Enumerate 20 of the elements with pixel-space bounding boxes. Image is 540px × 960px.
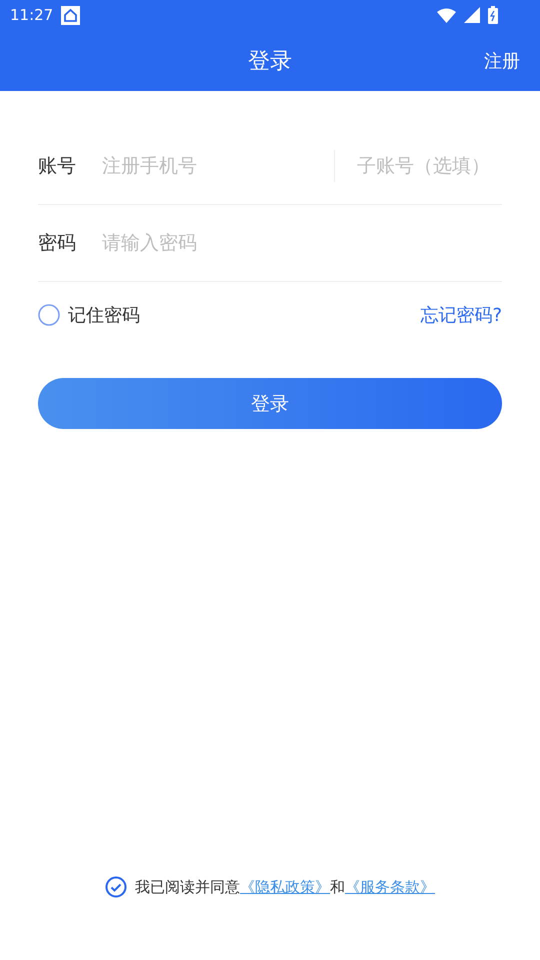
page-title: 登录 [248, 48, 292, 76]
privacy-policy-link[interactable]: 《隐私政策》 [240, 878, 330, 896]
check-circle-icon[interactable] [105, 876, 127, 898]
login-button[interactable]: 登录 [38, 378, 502, 429]
home-notification-icon [61, 6, 80, 24]
input-field[interactable]: 注册手机号 [100, 154, 334, 178]
signal-icon [464, 7, 480, 23]
wifi-icon [437, 8, 456, 22]
field-label: 密码 [38, 231, 77, 256]
terms-link[interactable]: 《服务条款》 [345, 878, 435, 896]
remember-label[interactable]: 记住密码 [68, 303, 140, 327]
input-field[interactable]: 请输入密码 [100, 231, 502, 255]
field-label: 账号 [38, 154, 77, 179]
input-field[interactable]: 子账号（选填） [355, 154, 502, 178]
agreement-text: 我已阅读并同意《隐私政策》和《服务条款》 [135, 878, 435, 896]
battery-icon [488, 6, 498, 24]
unchecked-circle-icon[interactable] [38, 304, 60, 326]
status-time: 11:27 [10, 6, 54, 24]
register-link[interactable]: 注册 [484, 48, 520, 72]
forgot-password-link[interactable]: 忘记密码? [420, 303, 502, 327]
